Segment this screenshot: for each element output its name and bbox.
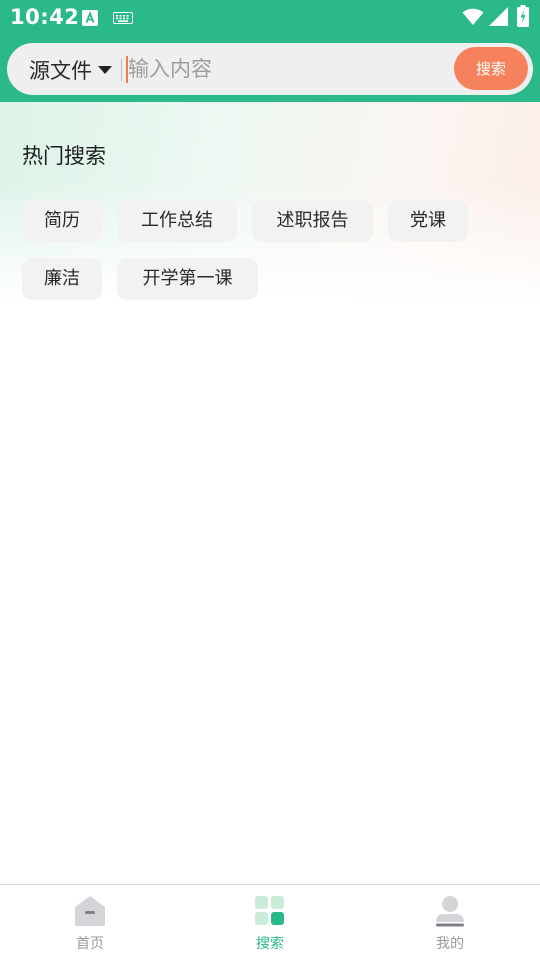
- nav-label-home: 首页: [76, 936, 104, 952]
- hot-search-tag[interactable]: 廉洁: [22, 258, 102, 300]
- search-button[interactable]: 搜索: [454, 47, 528, 90]
- search-divider: [121, 59, 122, 81]
- status-bar: 10:42: [0, 0, 540, 36]
- hot-search-tag[interactable]: 述职报告: [252, 200, 373, 242]
- user-icon: [436, 896, 464, 927]
- search-bar: 源文件 搜索: [7, 43, 533, 95]
- nav-item-home[interactable]: 首页: [0, 885, 180, 960]
- hot-search-tag[interactable]: 工作总结: [117, 200, 237, 242]
- a-notification-icon: [82, 10, 98, 26]
- home-icon: [75, 896, 105, 926]
- hot-search-tag[interactable]: 开学第一课: [117, 258, 258, 300]
- signal-icon: [489, 7, 508, 26]
- battery-icon: [517, 5, 529, 27]
- wifi-icon: [462, 8, 484, 25]
- nav-item-search[interactable]: 搜索: [180, 885, 360, 960]
- nav-item-profile[interactable]: 我的: [360, 885, 540, 960]
- keyboard-icon: [113, 12, 133, 24]
- hot-search-tag[interactable]: 党课: [388, 200, 468, 242]
- grid-search-icon: [255, 896, 284, 925]
- hot-search-title: 热门搜索: [22, 144, 106, 168]
- search-input[interactable]: [128, 51, 448, 87]
- bottom-navigation: 首页 搜索 我的: [0, 884, 540, 960]
- caret-down-icon[interactable]: [98, 66, 112, 74]
- nav-label-profile: 我的: [436, 936, 464, 952]
- status-time: 10:42: [10, 5, 80, 29]
- search-scope-selector[interactable]: 源文件: [29, 55, 92, 85]
- nav-label-search: 搜索: [256, 936, 284, 952]
- hot-search-tag[interactable]: 简历: [22, 200, 102, 242]
